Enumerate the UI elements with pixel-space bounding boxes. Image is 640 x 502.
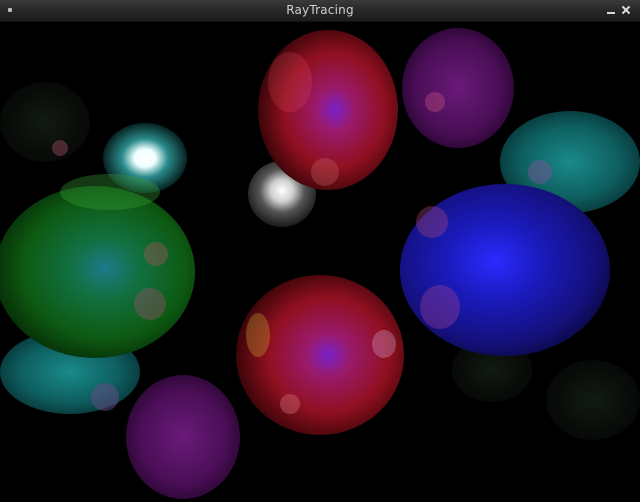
reflection: [134, 288, 166, 320]
reflection: [280, 394, 300, 414]
highlight: [60, 174, 160, 210]
raytracing-window: RayTracing: [0, 0, 640, 502]
title-bar[interactable]: RayTracing: [0, 0, 640, 22]
highlight: [268, 52, 312, 112]
reflection: [91, 383, 119, 411]
reflection: [311, 158, 339, 186]
sphere-dark-left: [0, 82, 90, 162]
highlight: [246, 313, 270, 357]
minimize-icon[interactable]: [605, 4, 617, 16]
highlight: [420, 285, 460, 329]
reflection: [52, 140, 68, 156]
sphere-dark-bottom-right: [546, 360, 640, 440]
reflection: [416, 206, 448, 238]
reflection: [425, 92, 445, 112]
raytraced-scene: [0, 28, 640, 499]
reflection: [528, 160, 552, 184]
close-icon[interactable]: [620, 4, 632, 16]
highlight: [372, 330, 396, 358]
sphere-purple-top: [402, 28, 514, 148]
reflection: [144, 242, 168, 266]
window-title: RayTracing: [286, 3, 354, 17]
render-canvas: [0, 22, 640, 502]
sphere-purple-bottom: [126, 375, 240, 499]
sphere-green-large: [0, 186, 195, 358]
